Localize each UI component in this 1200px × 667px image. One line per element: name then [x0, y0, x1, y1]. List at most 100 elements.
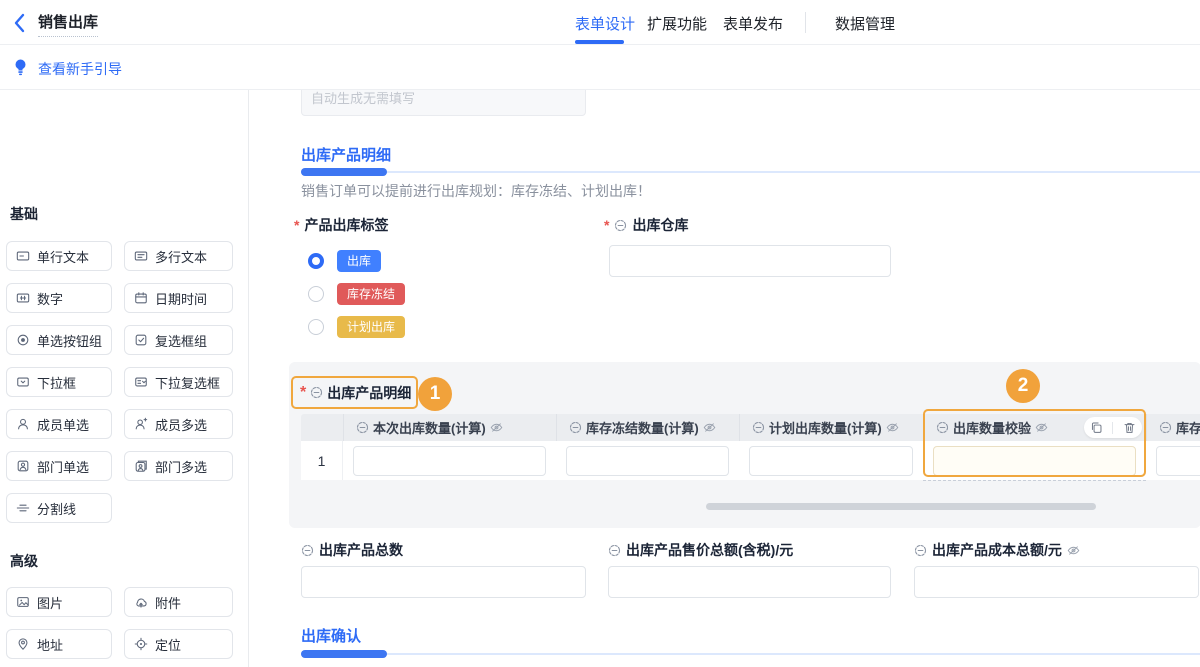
field-label-text: 产品出库标签	[304, 217, 389, 233]
sidebar-item-location[interactable]: 定位	[124, 629, 233, 659]
dept-single-icon	[16, 459, 30, 473]
link-field-icon	[614, 219, 627, 232]
radio-unselected-icon[interactable]	[308, 319, 324, 335]
column-header-planned-qty[interactable]: 计划出库数量(计算)	[739, 414, 923, 441]
row-number-cell: 1	[301, 441, 343, 480]
sidebar-item-divider[interactable]: 分割线	[6, 493, 112, 523]
page-title[interactable]: 销售出库	[38, 11, 99, 37]
link-field-icon	[914, 544, 927, 557]
sidebar-item-label: 成员单选	[37, 417, 90, 433]
radio-group-icon	[16, 333, 30, 347]
field-label-text: 出库仓库	[632, 217, 689, 233]
link-field-icon	[356, 421, 369, 434]
section-divider-line	[301, 170, 1200, 173]
radio-option-stock-freeze[interactable]: 库存冻结	[308, 283, 406, 305]
radio-selected-icon[interactable]	[308, 253, 324, 269]
sidebar-item-address[interactable]: 地址	[6, 629, 112, 659]
section-divider-pill	[301, 168, 387, 176]
radio-unselected-icon[interactable]	[308, 286, 324, 302]
sidebar-item-member-single[interactable]: 成员单选	[6, 409, 112, 439]
sidebar-item-member-multi[interactable]: 成员多选	[124, 409, 233, 439]
column-label: 库存冻结数量(计算)	[586, 421, 699, 436]
dept-multi-icon	[134, 459, 148, 473]
column-label: 计划出库数量(计算)	[769, 421, 882, 436]
sidebar-item-dropdown[interactable]: 下拉框	[6, 367, 112, 397]
sidebar-item-label: 日期时间	[155, 291, 208, 307]
link-field-icon	[569, 421, 582, 434]
link-field-icon	[301, 544, 314, 557]
sidebar-item-dept-multi[interactable]: 部门多选	[124, 451, 233, 481]
sidebar-item-label: 多行文本	[155, 249, 208, 265]
sidebar-item-label: 下拉复选框	[155, 375, 221, 391]
tab-form-design[interactable]: 表单设计	[575, 13, 635, 34]
section-title-basic: 基础	[10, 206, 38, 222]
column-header-current-outbound-qty[interactable]: 本次出库数量(计算)	[343, 414, 556, 441]
cell-input[interactable]	[1156, 446, 1200, 476]
member-single-icon	[16, 417, 30, 431]
field-label-text: 出库产品售价总额(含税)/元	[626, 542, 794, 558]
sidebar-item-checkbox-group[interactable]: 复选框组	[124, 325, 233, 355]
option-pill-planned-outbound[interactable]: 计划出库	[337, 316, 406, 338]
sidebar-item-label: 图片	[37, 595, 64, 611]
auto-generated-placeholder: 自动生成无需填写	[311, 91, 416, 106]
sidebar-item-number[interactable]: 数字	[6, 283, 112, 313]
warehouse-field-label: * 出库仓库	[604, 216, 688, 234]
back-button[interactable]	[10, 12, 30, 34]
eye-slash-icon	[490, 421, 503, 434]
warehouse-input[interactable]	[609, 245, 891, 277]
selection-dashed-line	[923, 480, 1146, 481]
field-label-text: 出库产品总数	[319, 542, 403, 558]
sidebar-item-label: 部门多选	[155, 459, 208, 475]
column-header-stock-qty[interactable]: 库存数	[1146, 414, 1200, 441]
section-divider-line	[301, 652, 1200, 655]
single-line-text-icon	[16, 249, 30, 263]
section-description: 销售订单可以提前进行出库规划：库存冻结、计划出库！	[301, 183, 651, 199]
column-header-freeze-qty[interactable]: 库存冻结数量(计算)	[556, 414, 739, 441]
sidebar-item-multi-dropdown[interactable]: 下拉复选框	[124, 367, 233, 397]
option-pill-stock-freeze[interactable]: 库存冻结	[337, 283, 406, 305]
eye-slash-icon	[886, 421, 899, 434]
field-label-text: 出库产品成本总额/元	[932, 542, 1062, 558]
sidebar-item-dept-single[interactable]: 部门单选	[6, 451, 112, 481]
column-actions	[1084, 417, 1142, 438]
tutorial-badge-2: 2	[1006, 369, 1040, 403]
sidebar-item-multi-line-text[interactable]: 多行文本	[124, 241, 233, 271]
sidebar-item-radio-group[interactable]: 单选按钮组	[6, 325, 112, 355]
required-mark: *	[294, 217, 300, 233]
total-price-input[interactable]	[608, 566, 891, 598]
sidebar-item-label: 分割线	[37, 501, 77, 517]
datetime-icon	[134, 291, 148, 305]
cell-input[interactable]	[749, 446, 913, 476]
chevron-left-icon	[14, 13, 25, 33]
copy-button[interactable]	[1087, 418, 1107, 438]
component-sidebar: 基础 单行文本 多行文本 数字 日期时间 单选按钮组 复选框组 下拉框 下拉复选…	[0, 90, 249, 667]
tab-extensions[interactable]: 扩展功能	[647, 13, 707, 34]
sidebar-item-image[interactable]: 图片	[6, 587, 112, 617]
tab-form-publish[interactable]: 表单发布	[723, 13, 783, 34]
view-beginner-guide-link[interactable]: 查看新手引导	[38, 59, 122, 79]
section-title-outbound-confirm: 出库确认	[301, 628, 362, 645]
multi-line-text-icon	[134, 249, 148, 263]
tab-data-management[interactable]: 数据管理	[835, 13, 895, 34]
radio-option-outbound[interactable]: 出库	[308, 250, 382, 272]
sidebar-item-label: 附件	[155, 595, 182, 611]
total-price-field-label: 出库产品售价总额(含税)/元	[608, 541, 793, 559]
horizontal-scrollbar[interactable]	[706, 503, 1096, 510]
cell-input[interactable]	[353, 446, 546, 476]
total-cost-field-label: 出库产品成本总额/元	[914, 541, 1080, 559]
option-pill-outbound[interactable]: 出库	[337, 250, 382, 272]
attachment-icon	[134, 595, 148, 609]
radio-option-planned-outbound[interactable]: 计划出库	[308, 316, 406, 338]
link-field-icon	[752, 421, 765, 434]
sidebar-item-attachment[interactable]: 附件	[124, 587, 233, 617]
cell-input[interactable]	[566, 446, 729, 476]
eye-slash-icon	[703, 421, 716, 434]
delete-button[interactable]	[1119, 418, 1139, 438]
total-qty-input[interactable]	[301, 566, 586, 598]
total-cost-input[interactable]	[914, 566, 1199, 598]
top-bar: 销售出库 表单设计 扩展功能 表单发布 数据管理	[0, 0, 1200, 45]
sidebar-item-single-line-text[interactable]: 单行文本	[6, 241, 112, 271]
member-multi-icon	[134, 417, 148, 431]
sidebar-item-datetime[interactable]: 日期时间	[124, 283, 233, 313]
subform-label-highlight-box[interactable]: * 出库产品明细	[291, 376, 418, 409]
